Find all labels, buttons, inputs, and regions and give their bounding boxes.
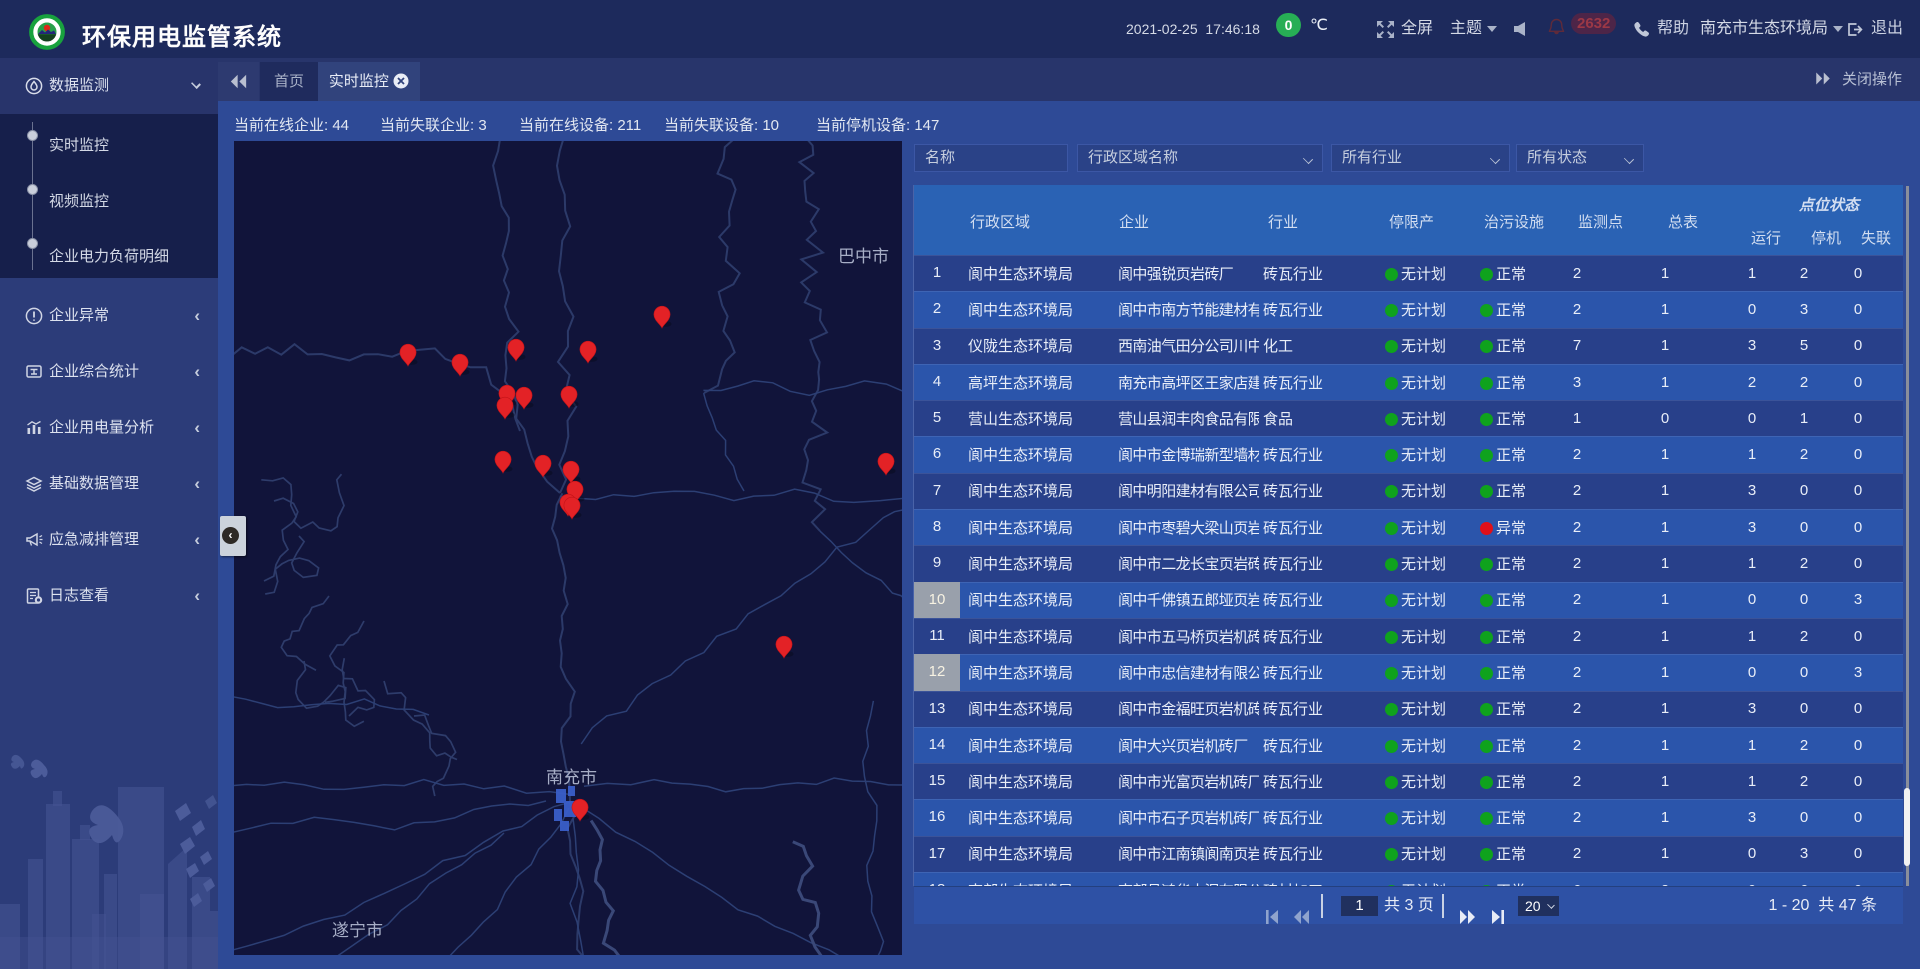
svg-text:南充市: 南充市 (546, 768, 597, 787)
svg-text:遂宁市: 遂宁市 (332, 921, 383, 940)
svg-text:巴中市: 巴中市 (838, 247, 889, 266)
